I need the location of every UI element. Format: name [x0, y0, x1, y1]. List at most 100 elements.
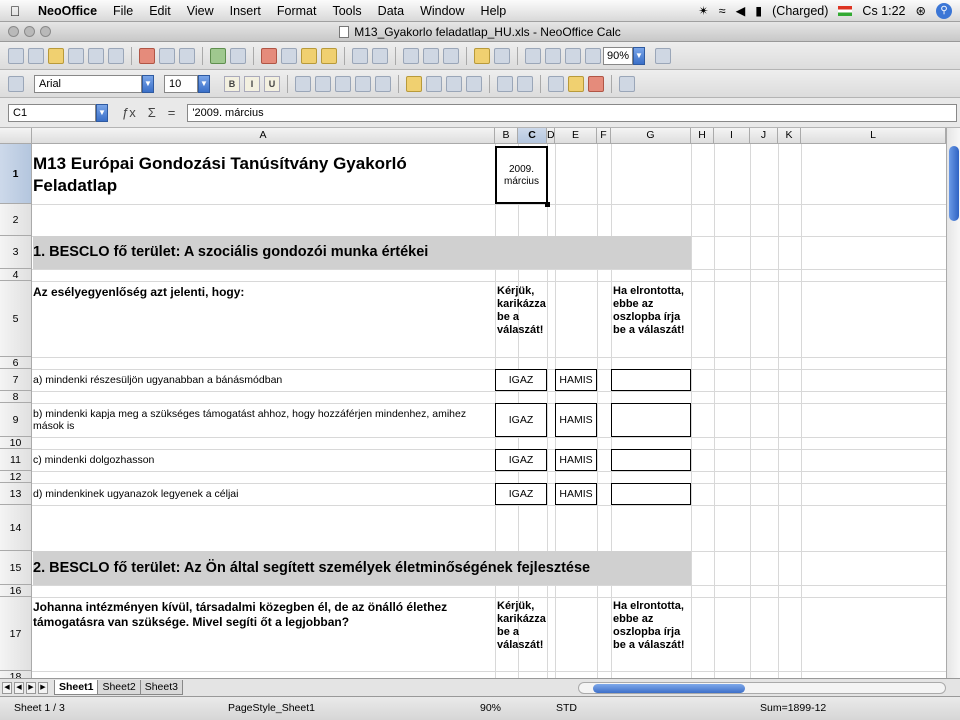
increase-indent-icon[interactable]: [517, 75, 533, 92]
datasources-icon[interactable]: [585, 47, 601, 64]
column-header-l[interactable]: L: [801, 128, 946, 144]
gallery-icon[interactable]: [565, 47, 581, 64]
menu-file[interactable]: File: [105, 4, 141, 18]
export-pdf-icon[interactable]: [139, 47, 155, 64]
row-header-12[interactable]: 12: [0, 471, 32, 483]
battery-status[interactable]: (Charged): [772, 4, 828, 18]
menu-window[interactable]: Window: [412, 4, 472, 18]
column-header-k[interactable]: K: [778, 128, 801, 144]
align-center-icon[interactable]: [315, 75, 331, 92]
clock[interactable]: Cs 1:22: [862, 4, 905, 18]
true-box-d[interactable]: IGAZ: [495, 483, 547, 505]
sort-descending-icon[interactable]: [443, 47, 459, 64]
column-header-f[interactable]: F: [597, 128, 611, 144]
volume-icon[interactable]: ◀: [736, 3, 746, 18]
font-size-select[interactable]: 10: [164, 74, 198, 93]
name-box[interactable]: C1: [8, 103, 96, 122]
email-icon[interactable]: [88, 47, 104, 64]
zoom-field[interactable]: 90%: [603, 46, 633, 65]
add-decimal-icon[interactable]: [446, 75, 462, 92]
spellcheck-icon[interactable]: [210, 47, 226, 64]
status-mode[interactable]: STD: [556, 702, 577, 714]
menu-tools[interactable]: Tools: [324, 4, 369, 18]
function-wizard-icon[interactable]: ƒx: [122, 105, 136, 120]
row-header-2[interactable]: 2: [0, 204, 32, 236]
tab-sheet1[interactable]: Sheet1: [54, 680, 99, 695]
sum-icon[interactable]: Σ: [148, 105, 156, 120]
correction-box-b[interactable]: [611, 403, 691, 437]
column-header-e[interactable]: E: [555, 128, 597, 144]
true-box-b[interactable]: IGAZ: [495, 403, 547, 437]
row-header-18[interactable]: 18: [0, 671, 32, 678]
question-1[interactable]: Az esélyegyenlőség azt jelenti, hogy:: [33, 285, 488, 300]
bold-icon[interactable]: B: [224, 75, 240, 92]
row-header-1[interactable]: 1: [0, 144, 32, 204]
horizontal-scrollbar[interactable]: [578, 682, 946, 694]
font-name-select[interactable]: Arial: [34, 74, 142, 93]
answer-item-d[interactable]: d) mindenkinek ugyanazok legyenek a célj…: [33, 488, 488, 500]
correction-box-d[interactable]: [611, 483, 691, 505]
circle-instruction-1[interactable]: Kérjük, karikázza be a válaszát!: [497, 285, 553, 337]
menu-edit[interactable]: Edit: [141, 4, 179, 18]
currency-format-icon[interactable]: [406, 75, 422, 92]
column-header-g[interactable]: G: [611, 128, 691, 144]
copy-icon[interactable]: [281, 47, 297, 64]
name-box-dropdown-icon[interactable]: ▼: [96, 103, 108, 122]
open-file-icon[interactable]: [48, 47, 64, 64]
row-header-4[interactable]: 4: [0, 269, 32, 281]
fill-handle[interactable]: [545, 202, 550, 207]
navigator-icon[interactable]: [545, 47, 561, 64]
menu-help[interactable]: Help: [473, 4, 515, 18]
save-icon[interactable]: [68, 47, 84, 64]
answer-item-b[interactable]: b) mindenki kapja meg a szükséges támoga…: [33, 408, 488, 432]
borders-icon[interactable]: [548, 75, 564, 92]
font-color-icon[interactable]: [588, 75, 604, 92]
row-header-16[interactable]: 16: [0, 585, 32, 597]
status-zoom[interactable]: 90%: [480, 702, 501, 714]
section-2-heading[interactable]: 2. BESCLO fő terület: Az Ön által segíte…: [33, 560, 688, 576]
print-icon[interactable]: [159, 47, 175, 64]
false-box-a[interactable]: HAMIS: [555, 369, 597, 391]
row-header-8[interactable]: 8: [0, 391, 32, 403]
column-header-c[interactable]: C: [518, 128, 547, 144]
row-header-7[interactable]: 7: [0, 369, 32, 391]
delete-decimal-icon[interactable]: [466, 75, 482, 92]
underline-icon[interactable]: U: [264, 75, 280, 92]
column-header-d[interactable]: D: [547, 128, 555, 144]
horizontal-scroll-thumb[interactable]: [593, 684, 745, 693]
correction-box-c[interactable]: [611, 449, 691, 471]
error-instruction-1[interactable]: Ha elrontotta, ebbe az oszlopba írja be …: [613, 285, 689, 337]
spreadsheet-grid[interactable]: A B C D E F G H I J K L 1 2 3 4 5 6 7 8 …: [0, 128, 946, 678]
column-header-i[interactable]: I: [714, 128, 750, 144]
help-icon[interactable]: [655, 47, 671, 64]
row-header-14[interactable]: 14: [0, 505, 32, 551]
paste-icon[interactable]: [301, 47, 317, 64]
app-menu[interactable]: NeoOffice: [30, 4, 105, 18]
vertical-scrollbar[interactable]: [946, 128, 960, 678]
edit-file-icon[interactable]: [108, 47, 124, 64]
worksheet-title[interactable]: M13 Európai Gondozási Tanúsítvány Gyakor…: [33, 153, 488, 197]
templates-icon[interactable]: [28, 47, 44, 64]
spotlight-icon[interactable]: ⚲: [936, 2, 952, 19]
vertical-scroll-thumb[interactable]: [949, 146, 959, 221]
correction-box-a[interactable]: [611, 369, 691, 391]
prev-sheet-icon[interactable]: ◀: [14, 681, 24, 694]
row-header-15[interactable]: 15: [0, 551, 32, 585]
column-header-a[interactable]: A: [32, 128, 495, 144]
row-header-5[interactable]: 5: [0, 281, 32, 357]
answer-item-a[interactable]: a) mindenki részesüljön ugyanabban a bán…: [33, 374, 488, 386]
true-box-a[interactable]: IGAZ: [495, 369, 547, 391]
background-color-icon[interactable]: [568, 75, 584, 92]
toggle-view-icon[interactable]: [619, 75, 635, 92]
formula-input[interactable]: '2009. március: [187, 103, 958, 122]
error-instruction-2[interactable]: Ha elrontotta, ebbe az oszlopba írja be …: [613, 600, 689, 652]
menu-format[interactable]: Format: [269, 4, 325, 18]
sort-ascending-icon[interactable]: [423, 47, 439, 64]
menu-view[interactable]: View: [179, 4, 222, 18]
input-flag-icon[interactable]: [838, 5, 853, 16]
bluetooth-status-icon[interactable]: ⊛: [916, 3, 926, 18]
false-box-b[interactable]: HAMIS: [555, 403, 597, 437]
align-left-icon[interactable]: [295, 75, 311, 92]
undo-icon[interactable]: [352, 47, 368, 64]
page-preview-icon[interactable]: [179, 47, 195, 64]
